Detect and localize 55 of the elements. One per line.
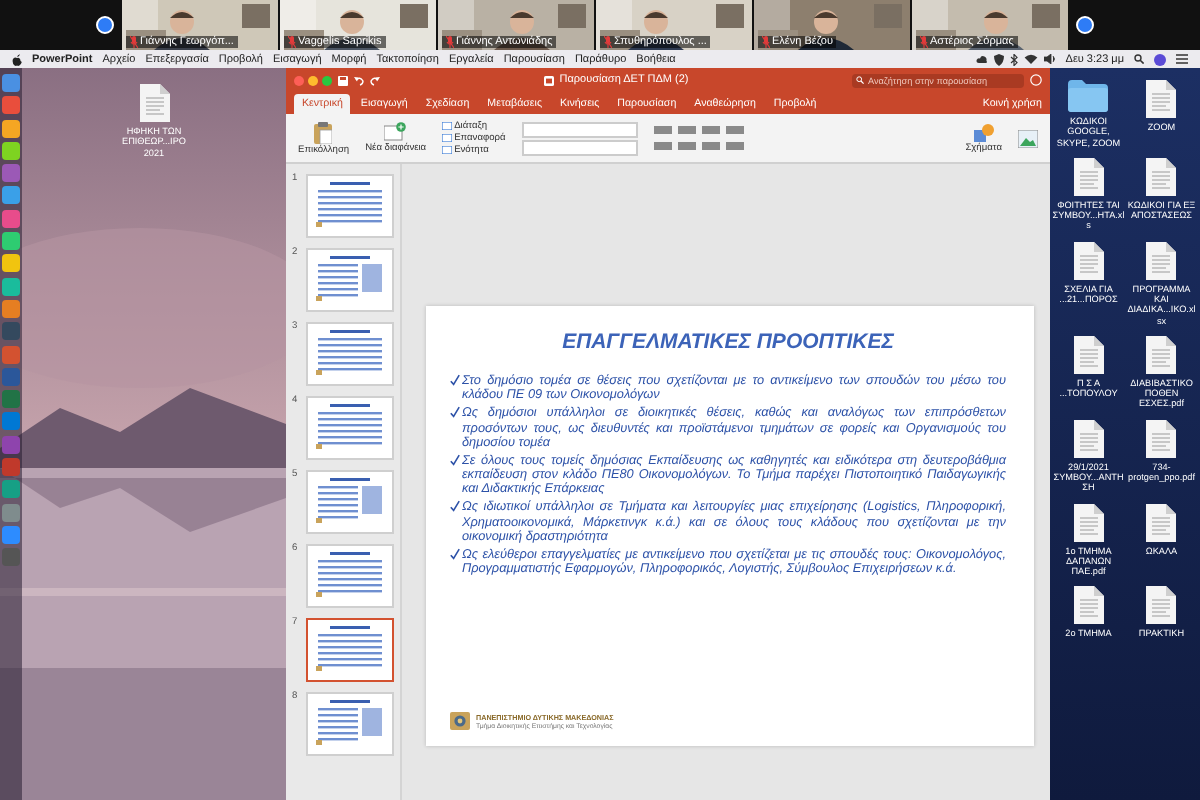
redo-icon[interactable] <box>370 75 380 85</box>
cloud-icon[interactable] <box>975 54 988 64</box>
check-icon <box>450 547 460 560</box>
check-icon <box>450 500 460 513</box>
slide-preview-drawing <box>314 698 386 746</box>
folder-icon[interactable] <box>1068 80 1109 112</box>
document-icon[interactable] <box>1146 335 1177 374</box>
check-icon <box>450 374 460 386</box>
slide-preview-drawing <box>314 476 386 524</box>
save-icon[interactable] <box>338 75 348 85</box>
bluetooth-icon[interactable] <box>1009 53 1018 65</box>
document-icon[interactable] <box>1146 503 1177 541</box>
menu-icon[interactable] <box>1176 54 1188 64</box>
shield-icon[interactable] <box>993 53 1004 65</box>
apple-icon[interactable] <box>12 53 22 65</box>
siri-icon[interactable] <box>1154 53 1166 65</box>
slide-preview-drawing <box>314 624 386 672</box>
document-icon[interactable] <box>1073 157 1104 196</box>
document-icon[interactable] <box>1073 419 1104 458</box>
document-icon[interactable] <box>1073 241 1104 280</box>
paragraph-drawing <box>653 124 746 152</box>
search-icon <box>856 76 864 84</box>
document-icon[interactable] <box>1146 586 1177 625</box>
document-icon[interactable] <box>1073 335 1104 374</box>
document-icon[interactable] <box>1146 241 1177 280</box>
slide-preview-drawing <box>314 328 386 376</box>
minimize-button[interactable] <box>308 75 318 85</box>
slide-preview-drawing <box>314 180 386 228</box>
document-icon[interactable] <box>1073 503 1104 541</box>
new-slide-icon <box>384 122 407 142</box>
undo-icon[interactable] <box>354 75 364 85</box>
presentation-icon <box>543 75 554 85</box>
volume-icon[interactable] <box>1043 54 1056 64</box>
document-icon[interactable] <box>1073 586 1104 625</box>
wifi-icon[interactable] <box>1023 54 1038 64</box>
logo-icon <box>450 712 470 730</box>
slide-thumbnail[interactable] <box>306 618 394 682</box>
font-size-field[interactable] <box>521 139 638 155</box>
search-icon[interactable] <box>1134 54 1144 64</box>
picture-icon[interactable] <box>1018 129 1038 147</box>
document-icon[interactable] <box>1146 419 1177 458</box>
document-icon[interactable] <box>1146 80 1177 118</box>
slide-preview-drawing <box>314 550 386 598</box>
document-icon[interactable] <box>1146 157 1177 196</box>
shapes-icon <box>973 123 994 141</box>
font-field[interactable] <box>521 121 638 137</box>
slide-preview-drawing <box>314 254 386 302</box>
slide-preview-drawing <box>314 402 386 450</box>
page-button[interactable] <box>1076 16 1094 34</box>
slide-title: ΕΠΑΓΓΕΛΜΑΤΙΚΕΣ ΠΡΟΟΠΤΙΚΕΣ <box>560 330 896 354</box>
check-icon <box>450 453 460 466</box>
page-button[interactable] <box>96 16 114 34</box>
clipboard-icon <box>314 121 333 143</box>
smiley-icon[interactable] <box>1030 74 1042 86</box>
check-icon <box>450 406 460 419</box>
